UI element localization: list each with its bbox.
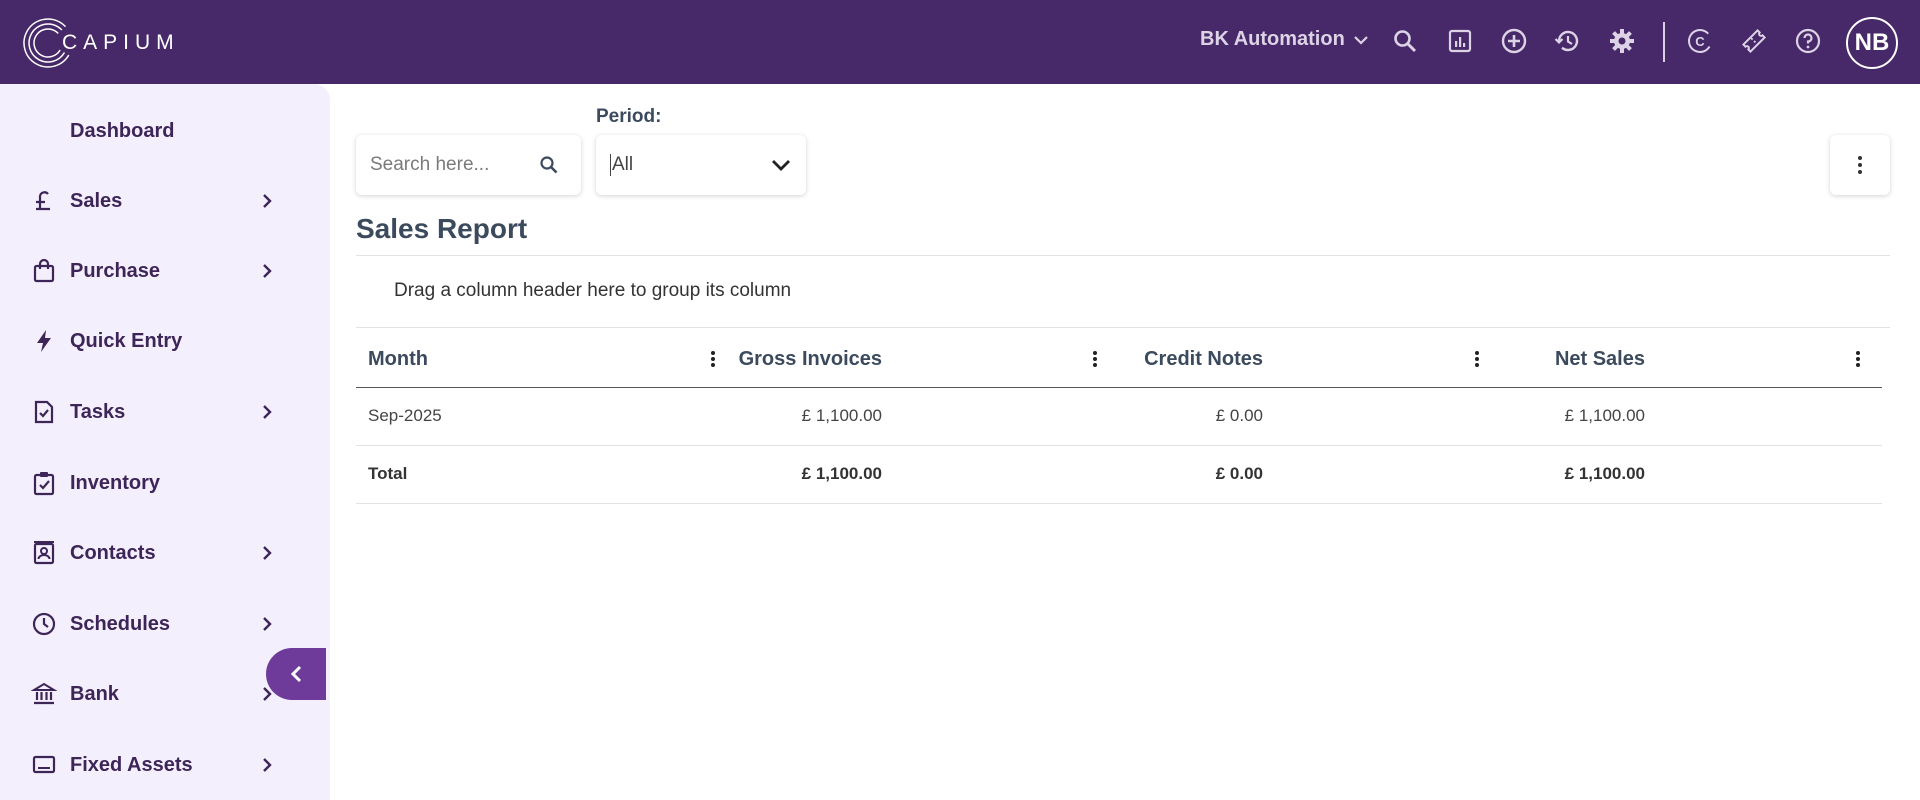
sales-report-grid: Month Gross Invoices Credit Notes Net Sa… [356,330,1882,504]
sidebar-collapse-button[interactable] [266,648,326,700]
company-selector[interactable]: BK Automation [1200,28,1369,51]
period-value: All [610,154,634,176]
chevron-right-icon [258,756,276,774]
sidebar-item-label: Sales [70,189,123,212]
clipboard-check-icon [30,469,58,497]
clock-icon [30,610,58,638]
sidebar-item-label: Dashboard [70,119,175,142]
chevron-right-icon [258,544,276,562]
history-icon[interactable] [1553,26,1583,56]
column-header-month[interactable]: Month [368,348,428,371]
search-icon[interactable] [1390,26,1420,56]
sidebar-item-inventory[interactable]: Inventory [0,458,290,508]
column-header-gross-invoices[interactable]: Gross Invoices [739,348,882,371]
cell-month: Sep-2025 [368,406,442,425]
chevron-left-icon [290,665,302,683]
table-row[interactable]: Sep-2025 £ 1,100.00 £ 0.00 £ 1,100.00 [356,388,1882,446]
chevron-down-icon [772,160,790,171]
help-icon[interactable] [1793,26,1823,56]
sidebar-item-label: Contacts [70,541,156,564]
period-label: Period: [596,106,662,127]
logo-text: CAPIUM [62,31,180,54]
chevron-right-icon [258,615,276,633]
sidebar-item-label: Purchase [70,259,161,282]
task-check-icon [30,398,58,426]
chevron-right-icon [258,192,276,210]
group-hint: Drag a column header here to group its c… [394,280,792,301]
sidebar-item-sales[interactable]: Sales [0,176,290,226]
sidebar-item-bank[interactable]: Bank [0,669,290,719]
bank-icon [30,680,58,708]
user-avatar[interactable]: NB [1846,17,1898,69]
pound-icon [30,187,58,215]
add-circle-icon[interactable] [1499,26,1529,56]
ticket-icon[interactable] [1739,26,1769,56]
column-menu-icon[interactable] [701,344,725,374]
laptop-icon [30,751,58,779]
total-credit-notes: £ 0.00 [1215,464,1263,483]
top-bar: CAPIUM BK Automation C NB [0,0,1920,84]
sidebar-item-dashboard[interactable]: Dashboard [0,106,290,156]
capium-logo[interactable]: CAPIUM [22,17,180,69]
contacts-icon [30,539,58,567]
more-vertical-icon [1858,156,1862,174]
group-drop-area[interactable]: Drag a column header here to group its c… [356,256,1890,328]
sidebar-item-label: Bank [70,682,119,705]
search-icon[interactable] [539,155,559,180]
chevron-down-icon [1354,35,1368,45]
report-icon[interactable] [1445,26,1475,56]
chevron-right-icon [258,403,276,421]
total-gross-invoices: £ 1,100.00 [801,464,882,483]
sidebar-item-quick-entry[interactable]: Quick Entry [0,316,290,366]
company-name: BK Automation [1200,28,1345,50]
more-options-button[interactable] [1830,135,1890,195]
bag-icon [30,257,58,285]
total-row: Total £ 1,100.00 £ 0.00 £ 1,100.00 [356,446,1882,504]
sidebar-item-tasks[interactable]: Tasks [0,387,290,437]
sidebar-item-label: Quick Entry [70,329,183,352]
column-menu-icon[interactable] [1083,344,1107,374]
grid-header: Month Gross Invoices Credit Notes Net Sa… [356,330,1882,388]
sidebar-item-purchase[interactable]: Purchase [0,246,290,296]
column-header-net-sales[interactable]: Net Sales [1555,348,1645,371]
sidebar-item-fixed-assets[interactable]: Fixed Assets [0,740,290,790]
sidebar-item-schedules[interactable]: Schedules [0,599,290,649]
page-title: Sales Report [356,213,528,244]
sidebar-item-label: Fixed Assets [70,753,193,776]
column-header-credit-notes[interactable]: Credit Notes [1144,348,1263,371]
chevron-right-icon [258,262,276,280]
total-label: Total [368,464,408,483]
bolt-icon [30,327,58,355]
search-input[interactable] [370,154,540,176]
cell-gross-invoices: £ 1,100.00 [801,406,882,425]
total-net-sales: £ 1,100.00 [1564,464,1645,483]
column-menu-icon[interactable] [1465,344,1489,374]
settings-icon[interactable] [1607,26,1637,56]
period-select[interactable]: All [596,135,806,195]
svg-text:C: C [1695,34,1705,49]
topbar-divider [1663,22,1665,62]
sidebar-item-label: Schedules [70,612,171,635]
sidebar-item-label: Inventory [70,471,161,494]
search-box [356,135,581,195]
capium-c-icon[interactable]: C [1685,26,1715,56]
cell-credit-notes: £ 0.00 [1215,406,1263,425]
column-menu-icon[interactable] [1846,344,1870,374]
sidebar-item-label: Tasks [70,400,126,423]
cell-net-sales: £ 1,100.00 [1564,406,1645,425]
sidebar-item-contacts[interactable]: Contacts [0,528,290,578]
